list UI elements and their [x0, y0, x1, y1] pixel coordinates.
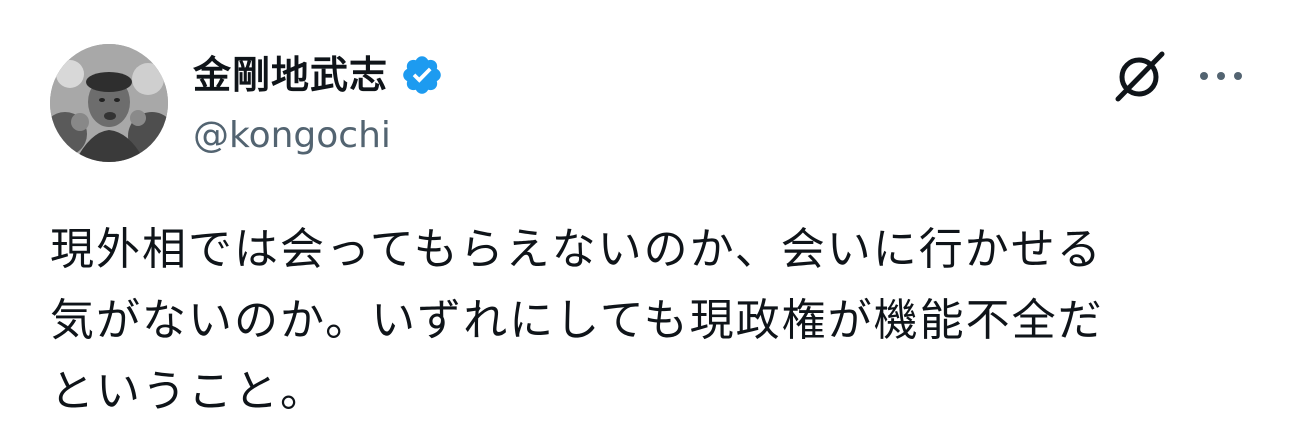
avatar[interactable]	[50, 44, 168, 162]
author-display-name[interactable]: 金剛地武志	[193, 50, 388, 100]
grok-icon[interactable]	[1112, 47, 1170, 105]
avatar-photo-icon	[50, 44, 168, 162]
author-name-row: 金剛地武志	[193, 50, 444, 100]
tweet-card: 金剛地武志 @kongochi 現外相では会ってもらえないのか、会いに行かせる …	[0, 0, 1299, 437]
more-options-icon[interactable]	[1196, 58, 1246, 94]
verified-badge-icon	[403, 56, 441, 94]
author-handle[interactable]: @kongochi	[193, 112, 391, 160]
tweet-text: 現外相では会ってもらえないのか、会いに行かせる 気がないのか。いずれにしても現政…	[50, 224, 1104, 417]
